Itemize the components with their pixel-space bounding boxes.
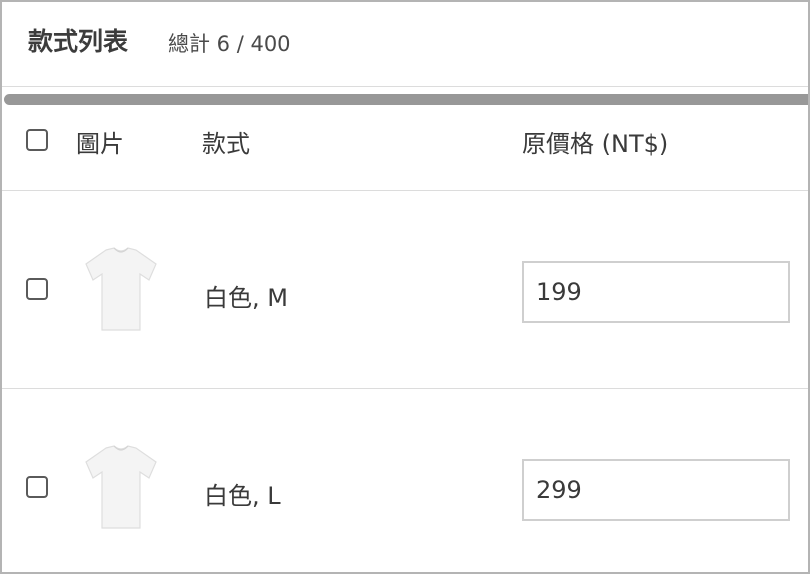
horizontal-scrollbar[interactable]: [4, 94, 808, 105]
original-price-input[interactable]: [522, 261, 790, 323]
variant-name: 白色, L: [204, 482, 281, 510]
variant-name: 白色, M: [204, 284, 288, 312]
original-price-input[interactable]: [522, 459, 790, 521]
header-divider: [2, 86, 808, 87]
white-tshirt-icon: [85, 247, 157, 331]
panel-title: 款式列表: [28, 27, 129, 56]
panel-header: 款式列表 總計 6 / 400: [2, 2, 808, 82]
variant-list-panel: 款式列表 總計 6 / 400 圖片 款式 原價格 (NT$) 白色, M 白色…: [0, 0, 810, 574]
column-header-price[interactable]: 原價格 (NT$): [522, 124, 668, 159]
variant-count: 總計 6 / 400: [168, 32, 291, 56]
row-checkbox[interactable]: [26, 278, 48, 300]
column-header-variant: 款式: [202, 130, 250, 158]
row-divider: [2, 190, 808, 191]
white-tshirt-icon: [85, 445, 157, 529]
select-all-checkbox[interactable]: [26, 129, 48, 151]
column-header-image: 圖片: [76, 130, 124, 158]
row-checkbox[interactable]: [26, 476, 48, 498]
row-divider: [2, 388, 808, 389]
